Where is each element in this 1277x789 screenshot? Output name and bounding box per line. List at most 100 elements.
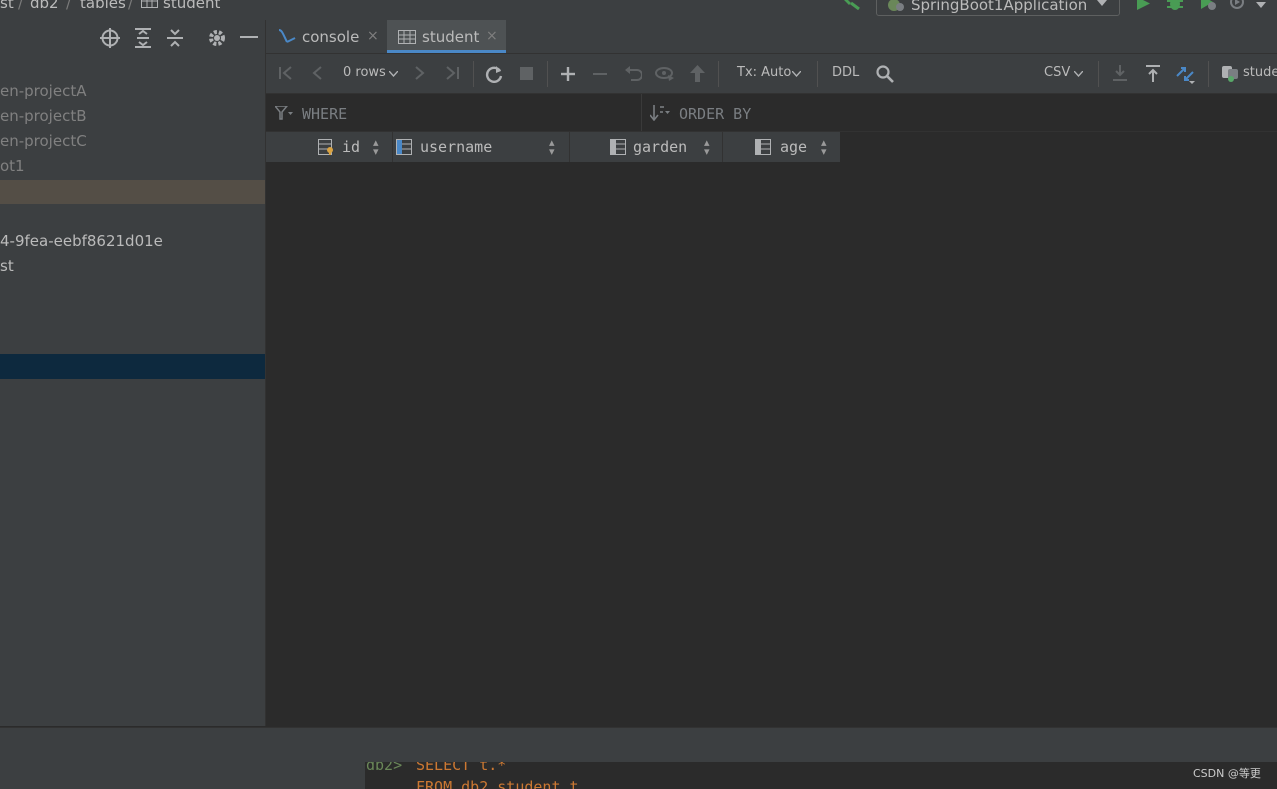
breadcrumb-separator: / [18, 0, 24, 12]
tree-item[interactable]: en-projectB [0, 107, 87, 125]
breadcrumb-item[interactable]: tables [80, 0, 126, 12]
tool-window-header [0, 727, 1277, 762]
compare-icon[interactable] [1175, 64, 1195, 84]
tree-item[interactable]: 4-9fea-eebf8621d01e [0, 232, 163, 250]
tab-console[interactable]: console × [266, 20, 386, 53]
result-grid-header: id ▴ ▾ username ▴ ▾ garden ▴ ▾ age ▴ ▾ [266, 132, 840, 162]
column-header-username[interactable]: username ▴ ▾ [393, 132, 569, 162]
download-icon[interactable] [1113, 65, 1127, 81]
sort-toggle-icon[interactable]: ▴ ▾ [704, 137, 710, 157]
next-page-icon[interactable] [415, 66, 425, 80]
last-page-icon[interactable] [445, 66, 459, 80]
rows-count-selector[interactable]: 0 rows [343, 65, 386, 80]
spring-boot-icon [888, 0, 904, 11]
sort-toggle-icon[interactable]: ▴ ▾ [549, 137, 555, 157]
console-icon [278, 29, 296, 43]
refresh-icon[interactable] [485, 65, 503, 83]
add-row-icon[interactable] [560, 66, 576, 82]
debug-icon[interactable] [1167, 0, 1183, 11]
sort-toggle-icon[interactable]: ▴ ▾ [821, 137, 827, 157]
run-with-coverage-icon[interactable] [1199, 0, 1217, 11]
toolbar-separator [817, 61, 818, 87]
breadcrumb-separator: / [66, 0, 72, 12]
transaction-mode-selector[interactable]: Tx: Auto [737, 65, 791, 80]
tree-item[interactable]: en-projectA [0, 82, 86, 100]
gear-icon[interactable] [207, 28, 227, 48]
ddl-button[interactable]: DDL [832, 65, 859, 80]
toolbar-separator [473, 61, 474, 87]
tree-row-selected[interactable] [0, 354, 265, 379]
column-header-id[interactable]: id ▴ ▾ [266, 132, 392, 162]
result-grid-body[interactable] [266, 162, 1277, 726]
watermark: CSDN @等更 [1193, 767, 1261, 780]
chevron-down-icon [389, 71, 398, 77]
revert-icon[interactable] [624, 65, 642, 81]
column-header-age[interactable]: age ▴ ▾ [723, 132, 840, 162]
filter-divider [641, 94, 642, 131]
delete-row-icon[interactable] [593, 73, 607, 76]
run-configuration-selector[interactable]: SpringBoot1Application [876, 0, 1120, 16]
sql-line: SELECT t.* [416, 762, 507, 774]
sql-line: FROM db2.student t [416, 778, 579, 789]
close-icon[interactable]: × [486, 28, 498, 44]
table-icon [141, 0, 158, 8]
column-header-garden[interactable]: garden ▴ ▾ [570, 132, 722, 162]
chevron-down-icon [1097, 0, 1107, 6]
column-name: garden [633, 138, 688, 156]
where-filter-input[interactable]: WHERE [302, 105, 347, 123]
collapse-all-icon[interactable] [166, 28, 184, 48]
database-explorer-panel: en-projectA en-projectB en-projectC ot1 … [0, 20, 266, 726]
run-icon[interactable] [1137, 0, 1150, 10]
tree-item[interactable]: en-projectC [0, 132, 87, 150]
datasource-label[interactable]: stude [1243, 65, 1277, 80]
column-name: username [420, 138, 493, 156]
chevron-down-icon [792, 71, 801, 77]
datasource-icon [1222, 66, 1238, 82]
breadcrumb-item[interactable]: db2 [30, 0, 59, 12]
tree-row-highlighted[interactable] [0, 180, 265, 204]
column-icon [755, 139, 771, 155]
chevron-down-icon[interactable] [1256, 2, 1266, 8]
toolbar-separator [1098, 61, 1099, 87]
data-editor-toolbar: 0 rows Tx: Auto DDL CSV stude [266, 54, 1277, 94]
first-page-icon[interactable] [279, 66, 293, 80]
expand-all-icon[interactable] [134, 28, 152, 48]
breadcrumb-item[interactable]: student [163, 0, 220, 12]
console-prompt: db2> [366, 762, 403, 774]
tab-student[interactable]: student × [387, 20, 506, 53]
sort-icon [650, 105, 670, 121]
submit-icon[interactable] [690, 65, 705, 82]
console-output: db2> SELECT t.* FROM db2.student t [365, 762, 1277, 789]
order-by-input[interactable]: ORDER BY [679, 105, 751, 123]
table-icon [398, 30, 416, 44]
previous-page-icon[interactable] [312, 66, 322, 80]
navigation-bar: st / db2 / tables / student SpringBoot1A… [0, 0, 1277, 21]
services-panel [0, 762, 365, 789]
locate-target-icon[interactable] [100, 28, 120, 48]
stop-icon[interactable] [520, 67, 533, 80]
filter-bar: WHERE ORDER BY [266, 94, 1277, 132]
tab-label: student [422, 28, 480, 46]
build-hammer-icon[interactable] [842, 0, 860, 10]
primary-key-column-icon [318, 139, 333, 155]
minimize-icon[interactable] [240, 36, 258, 39]
column-name: id [342, 138, 361, 156]
tree-item[interactable]: st [0, 257, 14, 275]
editor-tab-bar: console × student × [266, 20, 1277, 54]
close-icon[interactable]: × [367, 28, 379, 44]
toolbar-separator [1208, 61, 1209, 87]
tree-item[interactable]: ot1 [0, 157, 25, 175]
breadcrumb-item[interactable]: st [0, 0, 14, 12]
sort-toggle-icon[interactable]: ▴ ▾ [373, 137, 379, 157]
toolbar-separator [547, 61, 548, 87]
breadcrumb-separator: / [128, 0, 134, 12]
run-configuration-label: SpringBoot1Application [911, 0, 1088, 14]
export-format-selector[interactable]: CSV [1044, 65, 1070, 80]
upload-icon[interactable] [1146, 65, 1160, 82]
chevron-down-icon [1074, 71, 1083, 77]
column-icon [396, 139, 412, 155]
column-name: age [780, 138, 808, 156]
profile-icon[interactable] [1229, 0, 1247, 11]
preview-pending-changes-icon[interactable] [655, 65, 675, 82]
search-icon[interactable] [876, 65, 894, 83]
